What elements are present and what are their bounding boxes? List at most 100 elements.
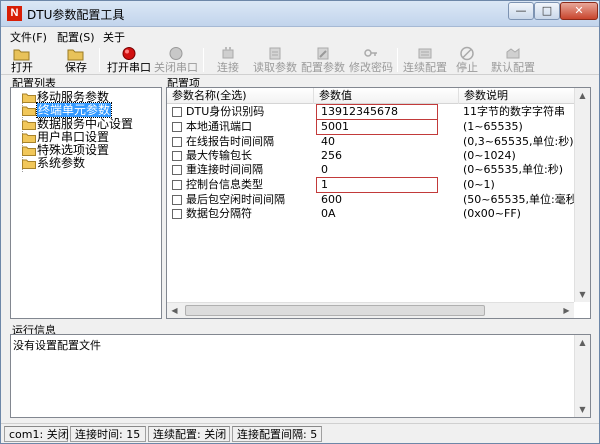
param-name: 本地通讯端口 xyxy=(186,120,252,133)
param-name: 在线报告时间间隔 xyxy=(186,135,274,148)
close-button[interactable]: ✕ xyxy=(560,2,598,20)
param-name: 重连接时间间隔 xyxy=(186,163,263,176)
menu-about[interactable]: 关于 xyxy=(103,29,125,45)
scroll-up-icon[interactable]: ▲ xyxy=(575,335,590,350)
record-red-icon xyxy=(122,47,136,60)
tree-item-system-params[interactable]: 系统参数 xyxy=(22,157,85,170)
menu-config[interactable]: 配置(S) xyxy=(57,29,95,45)
toolbar: 打开 保存 打开串口 关闭串口 连接 读取参数 配置参数 修改密码 连续配置 停… xyxy=(1,45,599,75)
param-name: 最后包空闲时间间隔 xyxy=(186,193,285,206)
param-name: 数据包分隔符 xyxy=(186,207,252,220)
param-desc: (0~1024) xyxy=(463,149,516,162)
menu-bar: 文件(F) 配置(S) 关于 xyxy=(1,27,599,45)
param-value[interactable]: 600 xyxy=(317,193,342,207)
param-value[interactable]: 1 xyxy=(316,177,438,193)
param-value[interactable]: 256 xyxy=(317,149,342,163)
scroll-down-icon[interactable]: ▼ xyxy=(575,402,590,417)
horizontal-scrollbar[interactable]: ◀ ▶ xyxy=(167,302,574,318)
status-config-interval: 连接配置间隔: 5 xyxy=(232,426,322,442)
default-config-icon xyxy=(506,48,520,59)
param-desc: (0,3~65535,单位:秒) xyxy=(463,135,574,148)
row-checkbox[interactable] xyxy=(172,195,182,205)
folder-open-icon xyxy=(13,49,30,61)
scroll-down-icon[interactable]: ▼ xyxy=(575,287,590,302)
folder-icon xyxy=(22,133,36,143)
param-desc: (0~1) xyxy=(463,178,495,191)
table-row[interactable]: 数据包分隔符 0A (0x00~FF) xyxy=(167,207,587,222)
col-header-name[interactable]: 参数名称(全选) xyxy=(167,88,314,104)
row-checkbox[interactable] xyxy=(172,151,182,161)
close-port-button[interactable]: 关闭串口 xyxy=(153,45,199,75)
param-value[interactable]: 0A xyxy=(317,207,336,221)
param-value[interactable]: 5001 xyxy=(316,119,438,135)
minimize-button[interactable]: — xyxy=(508,2,534,20)
log-text: 没有设置配置文件 xyxy=(13,339,101,352)
read-params-icon xyxy=(269,47,281,60)
plug-icon xyxy=(222,47,234,59)
open-port-button[interactable]: 打开串口 xyxy=(105,45,153,75)
param-name: DTU身份识别码 xyxy=(186,105,265,118)
window-title: DTU参数配置工具 xyxy=(27,8,125,22)
tree-item-terminal-unit[interactable]: 终端单元参数 xyxy=(22,102,113,118)
table-row[interactable]: DTU身份识别码 13912345678 11字节的数字字符串 xyxy=(167,104,587,120)
row-checkbox[interactable] xyxy=(172,209,182,219)
app-logo-icon: N xyxy=(7,6,22,21)
table-row[interactable]: 在线报告时间间隔 40 (0,3~65535,单位:秒) xyxy=(167,135,587,150)
param-value[interactable]: 40 xyxy=(317,135,335,149)
row-checkbox[interactable] xyxy=(172,137,182,147)
app-window: N DTU参数配置工具 — □ ✕ 文件(F) 配置(S) 关于 打开 保存 打… xyxy=(0,0,600,444)
toolbar-separator xyxy=(397,48,398,72)
vertical-scrollbar[interactable]: ▲ ▼ xyxy=(574,88,590,302)
batch-config-button[interactable]: 连续配置 xyxy=(401,45,449,75)
param-value[interactable]: 0 xyxy=(317,163,328,177)
folder-icon xyxy=(22,159,36,169)
col-header-desc[interactable]: 参数说明 xyxy=(459,88,587,104)
row-checkbox[interactable] xyxy=(172,180,182,190)
stop-button[interactable]: 停止 xyxy=(451,45,483,75)
toolbar-separator xyxy=(203,48,204,72)
scroll-thumb[interactable] xyxy=(185,305,485,316)
folder-icon xyxy=(22,93,36,103)
folder-icon xyxy=(22,120,36,130)
open-button[interactable]: 打开 xyxy=(7,45,37,75)
col-header-value[interactable]: 参数值 xyxy=(314,88,459,104)
folder-icon xyxy=(22,106,36,116)
key-icon xyxy=(364,49,377,57)
row-checkbox[interactable] xyxy=(172,122,182,132)
table-row[interactable]: 最后包空闲时间间隔 600 (50~65535,单位:毫秒) xyxy=(167,193,587,208)
param-desc: (0~65535,单位:秒) xyxy=(463,163,563,176)
row-checkbox[interactable] xyxy=(172,107,182,117)
folder-icon xyxy=(22,146,36,156)
menu-file[interactable]: 文件(F) xyxy=(10,29,47,45)
param-value[interactable]: 13912345678 xyxy=(316,104,438,120)
table-row[interactable]: 本地通讯端口 5001 (1~65535) xyxy=(167,119,587,135)
write-params-button[interactable]: 配置参数 xyxy=(299,45,347,75)
param-name: 最大传输包长 xyxy=(186,149,252,162)
scroll-right-icon[interactable]: ▶ xyxy=(559,303,574,318)
row-checkbox[interactable] xyxy=(172,165,182,175)
status-connect-time: 连接时间: 15 xyxy=(70,426,146,442)
table-row[interactable]: 最大传输包长 256 (0~1024) xyxy=(167,149,587,164)
table-row[interactable]: 重连接时间间隔 0 (0~65535,单位:秒) xyxy=(167,163,587,178)
stop-icon xyxy=(460,46,474,61)
params-table: 参数名称(全选) 参数值 参数说明 DTU身份识别码 13912345678 1… xyxy=(166,87,591,319)
maximize-button[interactable]: □ xyxy=(534,2,560,20)
log-vertical-scrollbar[interactable]: ▲ ▼ xyxy=(574,335,590,417)
read-params-button[interactable]: 读取参数 xyxy=(251,45,299,75)
write-params-icon xyxy=(317,47,329,60)
table-row[interactable]: 控制台信息类型 1 (0~1) xyxy=(167,177,587,193)
run-info-log[interactable]: 没有设置配置文件 ▲ ▼ xyxy=(10,334,591,418)
connect-button[interactable]: 连接 xyxy=(211,45,245,75)
scroll-up-icon[interactable]: ▲ xyxy=(575,88,590,103)
change-password-button[interactable]: 修改密码 xyxy=(347,45,395,75)
save-button[interactable]: 保存 xyxy=(61,45,91,75)
scroll-left-icon[interactable]: ◀ xyxy=(167,303,182,318)
title-bar[interactable]: N DTU参数配置工具 — □ ✕ xyxy=(1,1,599,27)
toolbar-separator xyxy=(99,48,100,72)
default-config-button[interactable]: 默认配置 xyxy=(489,45,537,75)
folder-save-icon xyxy=(67,49,84,61)
config-tree[interactable]: 移动服务参数 终端单元参数 数据服务中心设置 用户串口设置 特殊选项设置 系统参… xyxy=(10,87,162,319)
table-header: 参数名称(全选) 参数值 参数说明 xyxy=(167,88,590,104)
param-desc: (1~65535) xyxy=(463,120,523,133)
param-name: 控制台信息类型 xyxy=(186,178,263,191)
